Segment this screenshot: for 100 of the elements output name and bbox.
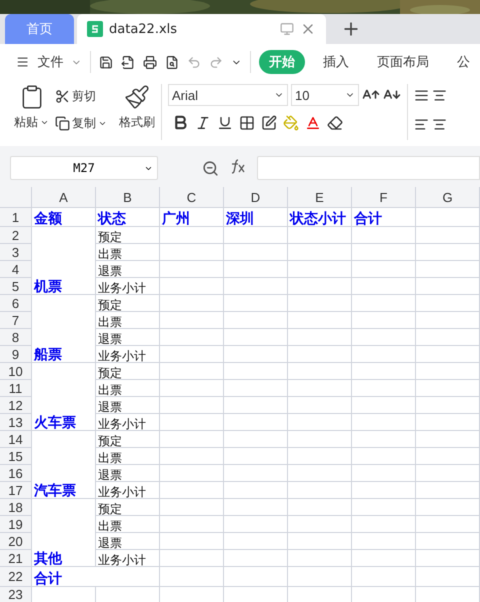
- fill-color-icon[interactable]: [283, 114, 299, 130]
- column-header[interactable]: F: [352, 187, 416, 208]
- empty-cell: [288, 448, 352, 465]
- row-header[interactable]: 17: [0, 482, 32, 499]
- cut-button[interactable]: 剪切: [55, 88, 96, 105]
- table-cell: 业务小计: [96, 278, 160, 295]
- empty-cell: [416, 414, 480, 431]
- row-header[interactable]: 2: [0, 227, 32, 244]
- row-header[interactable]: 22: [0, 567, 32, 587]
- row-header[interactable]: 19: [0, 516, 32, 533]
- column-header[interactable]: G: [416, 187, 480, 208]
- row-header[interactable]: 15: [0, 448, 32, 465]
- row-header[interactable]: 12: [0, 397, 32, 414]
- borders-icon[interactable]: [239, 114, 255, 130]
- table-cell: 退票: [96, 533, 160, 550]
- align-left-icon[interactable]: [414, 117, 429, 132]
- empty-cell: [416, 448, 480, 465]
- column-header[interactable]: D: [224, 187, 288, 208]
- row-header[interactable]: 11: [0, 380, 32, 397]
- column-header[interactable]: C: [160, 187, 224, 208]
- row-header[interactable]: 6: [0, 295, 32, 312]
- align-center-icon[interactable]: [432, 117, 447, 132]
- font-select[interactable]: Arial: [168, 84, 288, 106]
- copy-button[interactable]: 复制: [55, 115, 107, 132]
- table-cell: 退票: [96, 329, 160, 346]
- row-header[interactable]: 10: [0, 363, 32, 380]
- export-icon[interactable]: [120, 54, 136, 70]
- row-header[interactable]: 20: [0, 533, 32, 550]
- empty-cell: [352, 278, 416, 295]
- row-header[interactable]: 16: [0, 465, 32, 482]
- font-color-icon[interactable]: [305, 114, 321, 130]
- table-cell: 出票: [96, 380, 160, 397]
- row-header[interactable]: 18: [0, 499, 32, 516]
- empty-cell: [352, 431, 416, 448]
- empty-cell: [160, 329, 224, 346]
- spreadsheet-icon: [87, 21, 103, 37]
- empty-cell: [352, 312, 416, 329]
- empty-cell: [352, 295, 416, 312]
- eraser-icon[interactable]: [327, 114, 343, 130]
- empty-cell: [416, 380, 480, 397]
- empty-cell: [224, 312, 288, 329]
- zoom-out-icon[interactable]: [202, 160, 219, 177]
- empty-cell: [224, 244, 288, 261]
- print-preview-icon[interactable]: [165, 54, 180, 70]
- font-size-select[interactable]: 10: [291, 84, 359, 106]
- empty-cell: [224, 329, 288, 346]
- empty-cell: [288, 482, 352, 499]
- document-tab[interactable]: data22.xls: [77, 14, 326, 44]
- empty-cell: [160, 244, 224, 261]
- empty-cell: [416, 244, 480, 261]
- row-header[interactable]: 7: [0, 312, 32, 329]
- print-icon[interactable]: [143, 54, 158, 70]
- empty-cell: [288, 380, 352, 397]
- empty-cell: [224, 261, 288, 278]
- empty-cell: [224, 499, 288, 516]
- paste-button[interactable]: 粘贴: [14, 114, 49, 131]
- table-cell: 合计: [32, 567, 160, 587]
- row-header[interactable]: 1: [0, 208, 32, 227]
- row-header[interactable]: 14: [0, 431, 32, 448]
- empty-cell: [352, 380, 416, 397]
- empty-cell: [224, 380, 288, 397]
- row-header[interactable]: 4: [0, 261, 32, 278]
- empty-cell: [224, 363, 288, 380]
- ribbon-tab[interactable]: 插入: [313, 50, 360, 74]
- ribbon-tab[interactable]: 页面布局: [367, 50, 440, 74]
- name-box[interactable]: M27: [10, 156, 158, 180]
- row-header[interactable]: 3: [0, 244, 32, 261]
- row-header[interactable]: 9: [0, 346, 32, 363]
- table-cell: 预定: [96, 227, 160, 244]
- row-header[interactable]: 13: [0, 414, 32, 431]
- align-middle-icon[interactable]: [432, 88, 447, 103]
- save-icon[interactable]: [98, 54, 113, 70]
- cell-style-icon[interactable]: [261, 114, 277, 130]
- chevron-down-icon[interactable]: [98, 119, 107, 128]
- column-header[interactable]: B: [96, 187, 160, 208]
- formula-input[interactable]: [257, 156, 480, 180]
- paintbrush-icon[interactable]: [124, 84, 150, 110]
- chevron-down-icon[interactable]: [40, 118, 49, 127]
- format-painter-button[interactable]: 格式刷: [119, 114, 155, 131]
- ribbon-tab[interactable]: 公: [447, 50, 480, 74]
- empty-cell: [224, 533, 288, 550]
- underline-icon[interactable]: [217, 114, 233, 130]
- empty-cell: [416, 346, 480, 363]
- table-cell: 预定: [96, 295, 160, 312]
- empty-cell: [288, 312, 352, 329]
- italic-icon[interactable]: [195, 114, 211, 130]
- table-cell: 业务小计: [96, 482, 160, 499]
- table-cell: 业务小计: [96, 550, 160, 567]
- bold-icon[interactable]: [172, 114, 189, 131]
- column-header[interactable]: E: [288, 187, 352, 208]
- row-header[interactable]: 21: [0, 550, 32, 567]
- row-header[interactable]: 8: [0, 329, 32, 346]
- file-menu[interactable]: 文件: [37, 53, 64, 71]
- row-header[interactable]: 23: [0, 587, 32, 602]
- table-cell: 退票: [96, 465, 160, 482]
- table-cell: 退票: [96, 397, 160, 414]
- empty-cell: [160, 550, 224, 567]
- row-header[interactable]: 5: [0, 278, 32, 295]
- column-header[interactable]: A: [32, 187, 96, 208]
- align-top-icon[interactable]: [414, 88, 429, 103]
